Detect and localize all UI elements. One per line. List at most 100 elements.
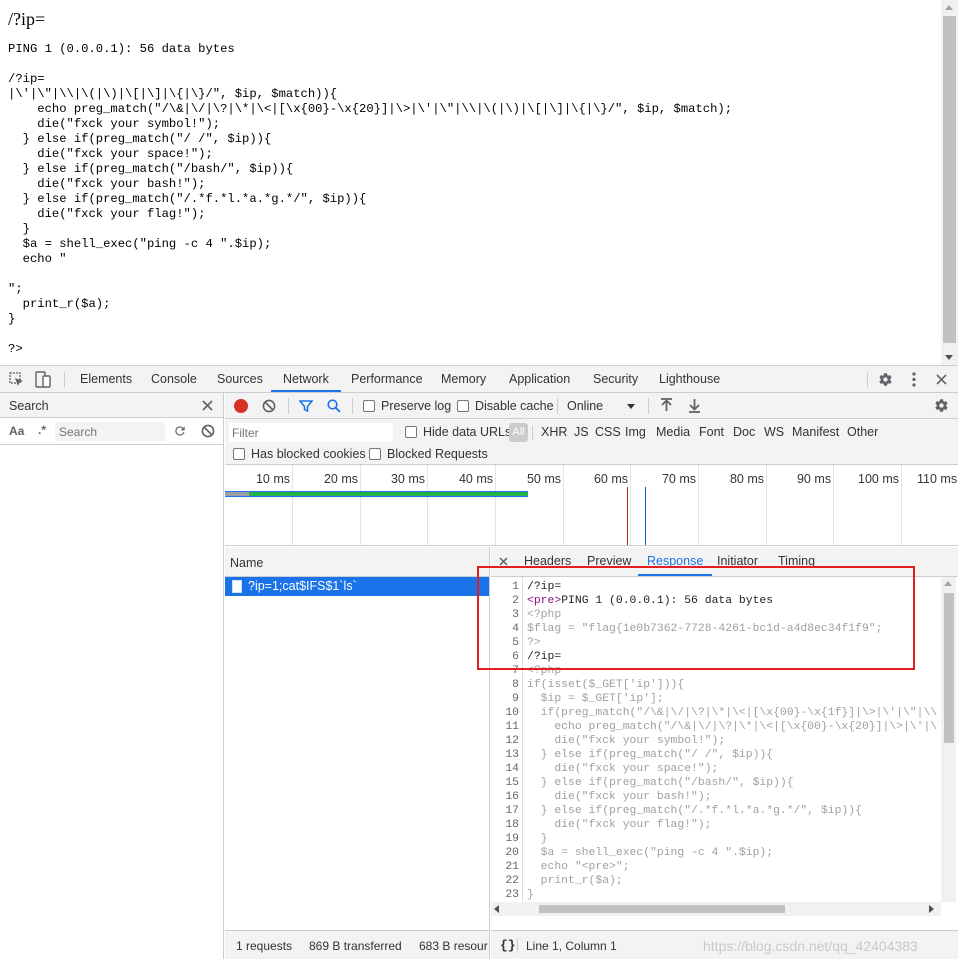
match-case-button[interactable]: Aa — [9, 424, 24, 438]
cursor-position: Line 1, Column 1 — [526, 939, 617, 953]
close-search-icon[interactable] — [202, 400, 213, 411]
code-text: } — [527, 889, 534, 901]
network-summary-bar: 1 requests 869 B transferred 683 B resou… — [225, 930, 527, 959]
line-number: 10 — [505, 707, 519, 719]
request-waiting-bar — [225, 492, 249, 496]
divider — [64, 372, 65, 387]
page-output-text: PING 1 (0.0.0.1): 56 data bytes /?ip= |\… — [8, 42, 733, 356]
request-row[interactable]: ?ip=1;cat$IFS$1`ls` — [225, 577, 489, 596]
type-filter-doc[interactable]: Doc — [733, 425, 755, 439]
line-number: 15 — [505, 777, 519, 789]
divider — [648, 398, 649, 414]
scroll-right-icon[interactable] — [929, 905, 934, 913]
network-panel: Preserve log Disable cache Online Hide d… — [225, 393, 958, 959]
tab-sources[interactable]: Sources — [217, 366, 263, 392]
throttling-select[interactable]: Online — [567, 399, 603, 413]
record-icon[interactable] — [233, 398, 249, 414]
has-blocked-cookies-checkbox[interactable] — [233, 448, 245, 460]
type-filter-css[interactable]: CSS — [595, 425, 621, 439]
tab-security[interactable]: Security — [593, 366, 638, 392]
tab-lighthouse[interactable]: Lighthouse — [659, 366, 720, 392]
close-details-icon[interactable] — [499, 557, 508, 566]
scroll-up-icon[interactable] — [945, 5, 953, 10]
disable-cache-checkbox[interactable] — [457, 400, 469, 412]
line-number: 16 — [505, 791, 519, 803]
more-options-icon[interactable] — [912, 372, 916, 387]
code-line: 19 } — [491, 832, 547, 846]
code-text: if(preg_match("/\&|\/|\?|\*|\<|[\x{00}-\… — [527, 707, 939, 719]
type-filter-ws[interactable]: WS — [764, 425, 784, 439]
code-text: echo preg_match("/\&|\/|\?|\*|\<|[\x{00}… — [527, 721, 939, 733]
response-vertical-scrollbar[interactable] — [941, 577, 956, 902]
type-filter-other[interactable]: Other — [847, 425, 878, 439]
hide-data-urls-checkbox[interactable] — [405, 426, 417, 438]
clear-icon[interactable] — [201, 424, 215, 438]
type-filter-js[interactable]: JS — [574, 425, 589, 439]
scrollbar-thumb[interactable] — [943, 16, 956, 343]
code-text: echo "<pre>"; — [527, 861, 630, 873]
tab-elements[interactable]: Elements — [80, 366, 132, 392]
divider — [532, 426, 533, 440]
code-line: 20 $a = shell_exec("ping -c 4 ".$ip); — [491, 846, 773, 860]
code-line: 8 if(isset($_GET['ip'])){ — [491, 678, 684, 692]
code-line: 15 } else if(preg_match("/bash/", $ip)){ — [491, 776, 793, 790]
tab-network[interactable]: Network — [271, 366, 341, 392]
scrollbar-thumb[interactable] — [539, 905, 785, 913]
scroll-up-icon[interactable] — [944, 581, 952, 586]
code-text: $ip = $_GET['ip']; — [527, 693, 664, 705]
tab-performance[interactable]: Performance — [351, 366, 423, 392]
preserve-log-checkbox[interactable] — [363, 400, 375, 412]
highlight-annotation-box — [477, 566, 915, 670]
blocked-requests-checkbox[interactable] — [369, 448, 381, 460]
code-line: 16 die("fxck your bash!"); — [491, 790, 711, 804]
has-blocked-cookies-label: Has blocked cookies — [251, 447, 366, 461]
inspect-element-icon[interactable] — [9, 372, 24, 387]
import-har-icon[interactable] — [660, 398, 673, 413]
type-filter-img[interactable]: Img — [625, 425, 646, 439]
filter-icon[interactable] — [299, 399, 313, 413]
scrollbar-thumb[interactable] — [944, 593, 954, 743]
code-text: die("fxck your bash!"); — [527, 791, 712, 803]
code-text: } else if(preg_match("/.*f.*l.*a.*g.*/",… — [527, 805, 862, 817]
tab-memory[interactable]: Memory — [441, 366, 486, 392]
settings-gear-icon[interactable] — [878, 372, 893, 387]
tab-application[interactable]: Application — [509, 366, 570, 392]
line-number: 12 — [505, 735, 519, 747]
line-number: 9 — [512, 693, 519, 705]
timeline-tick: 100 ms — [858, 472, 899, 486]
type-filter-manifest[interactable]: Manifest — [792, 425, 839, 439]
pretty-print-button[interactable]: {} — [500, 938, 516, 953]
name-column-header[interactable]: Name — [230, 556, 263, 570]
refresh-icon[interactable] — [173, 424, 187, 438]
type-filter-media[interactable]: Media — [656, 425, 690, 439]
tab-console[interactable]: Console — [151, 366, 197, 392]
code-line: 12 die("fxck your symbol!"); — [491, 734, 725, 748]
code-line: 11 echo preg_match("/\&|\/|\?|\*|\<|[\x{… — [491, 720, 939, 734]
scroll-down-icon[interactable] — [945, 355, 953, 360]
network-settings-icon[interactable] — [934, 398, 949, 413]
code-text: die("fxck your flag!"); — [527, 819, 712, 831]
scroll-left-icon[interactable] — [494, 905, 499, 913]
clear-log-icon[interactable] — [262, 399, 276, 413]
filter-input[interactable] — [229, 423, 393, 442]
close-devtools-icon[interactable] — [936, 374, 947, 385]
type-filter-xhr[interactable]: XHR — [541, 425, 567, 439]
timeline-tick: 110 ms — [917, 472, 958, 486]
chevron-down-icon[interactable] — [627, 404, 635, 409]
regex-button[interactable]: .* — [38, 423, 46, 437]
code-text: } else if(preg_match("/bash/", $ip)){ — [527, 777, 794, 789]
code-text: die("fxck your space!"); — [527, 763, 719, 775]
search-input[interactable] — [55, 422, 165, 441]
device-toolbar-icon[interactable] — [35, 371, 51, 388]
response-horizontal-scrollbar[interactable] — [491, 902, 941, 916]
type-filter-font[interactable]: Font — [699, 425, 724, 439]
page-scrollbar[interactable] — [941, 0, 958, 365]
type-filter-all[interactable]: All — [509, 423, 528, 442]
search-icon[interactable] — [327, 399, 341, 413]
code-line: 23} — [491, 888, 534, 902]
network-timeline-overview[interactable]: 10 ms 20 ms 30 ms 40 ms 50 ms 60 ms 70 m… — [225, 465, 958, 546]
code-text: $a = shell_exec("ping -c 4 ".$ip); — [527, 847, 774, 859]
code-line: 17 } else if(preg_match("/.*f.*l.*a.*g.*… — [491, 804, 862, 818]
export-har-icon[interactable] — [688, 398, 701, 413]
code-line: 21 echo "<pre>"; — [491, 860, 629, 874]
